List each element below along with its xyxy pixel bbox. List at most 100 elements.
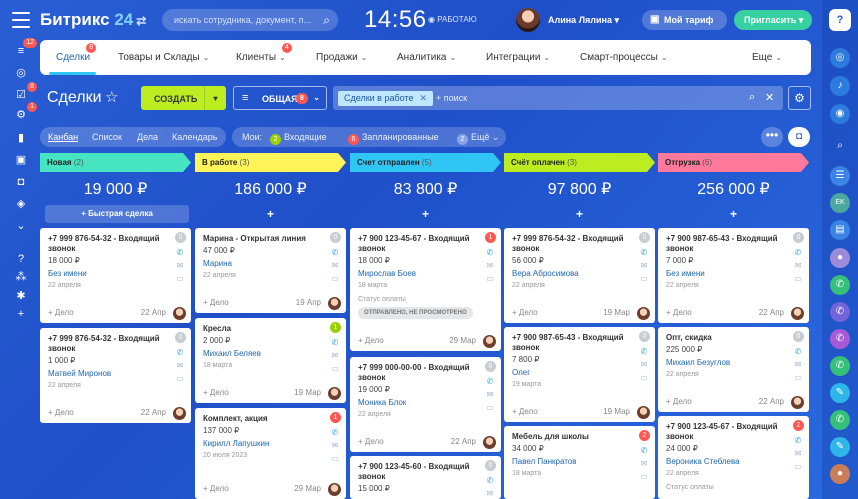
phone-icon[interactable]: ✆ bbox=[174, 346, 186, 359]
deal-card[interactable]: Опт, скидка 0 225 000 ₽ Михаил Безуглов 22 а… bbox=[658, 327, 809, 412]
deal-client[interactable]: Павел Панкратов bbox=[512, 457, 577, 466]
column-header[interactable]: Счёт оплачен (3) bbox=[504, 153, 655, 172]
deal-card[interactable]: Мебель для школы 2 34 000 ₽ Павел Панкратов… bbox=[504, 426, 655, 499]
responsible-avatar[interactable] bbox=[328, 483, 341, 496]
mail-icon[interactable]: ✉ bbox=[638, 457, 650, 470]
add-activity-link[interactable]: + Дело bbox=[358, 336, 384, 345]
add-activity-link[interactable]: + Дело bbox=[48, 408, 74, 417]
column-header[interactable]: Новая (2) bbox=[40, 153, 191, 172]
phone-icon[interactable]: ✆ bbox=[484, 375, 496, 388]
tab-smart-processes[interactable]: Смарт-процессы ⌄ bbox=[580, 52, 668, 63]
phone-icon[interactable]: ✆ bbox=[830, 356, 850, 376]
chevron-down-icon[interactable]: ⌄ bbox=[14, 219, 28, 233]
settings-button[interactable]: ⚙ bbox=[788, 86, 811, 110]
deal-title[interactable]: +7 900 123-45-60 - Входящий звонок bbox=[358, 462, 483, 482]
responsible-avatar[interactable] bbox=[328, 387, 341, 400]
robot-icon[interactable]: ◘ bbox=[14, 175, 28, 189]
chat-bubble-icon[interactable]: ✎ bbox=[830, 437, 850, 457]
deal-card[interactable]: +7 900 123-45-67 - Входящий звонок 1 18 00… bbox=[350, 228, 501, 351]
deal-title[interactable]: +7 900 987-65-43 - Входящий звонок bbox=[512, 333, 637, 353]
help-icon[interactable]: ? bbox=[829, 9, 851, 31]
add-activity-link[interactable]: + Дело bbox=[48, 308, 74, 317]
responsible-avatar[interactable] bbox=[483, 335, 496, 348]
deal-card[interactable]: Кресла 1 2 000 ₽ Михаил Беляев 18 марта ✆ ✉ … bbox=[195, 318, 346, 403]
mail-icon[interactable]: ✉ bbox=[329, 259, 341, 272]
deal-client[interactable]: Без имени bbox=[48, 269, 87, 278]
column-header[interactable]: Счет отправлен (5) bbox=[350, 153, 501, 172]
mail-icon[interactable]: ✉ bbox=[792, 358, 804, 371]
activity-icon[interactable]: ⚙ 1 bbox=[14, 102, 37, 122]
phone-icon[interactable]: ✆ bbox=[329, 246, 341, 259]
phone-icon[interactable]: ✆ bbox=[329, 336, 341, 349]
add-deal-button[interactable]: + bbox=[504, 205, 655, 223]
create-button[interactable]: СОЗДАТЬ ▾ bbox=[141, 86, 226, 110]
column-header[interactable]: Отгрузка (6) bbox=[658, 153, 809, 172]
mail-icon[interactable]: ✉ bbox=[792, 447, 804, 460]
deal-client[interactable]: Марина bbox=[203, 259, 232, 268]
deal-client[interactable]: Без имени bbox=[666, 269, 705, 278]
chat-icon[interactable]: ▭ bbox=[484, 401, 496, 414]
add-icon[interactable]: + bbox=[14, 307, 28, 321]
view-calendar[interactable]: Календарь bbox=[172, 132, 217, 142]
phone-icon[interactable]: ✆ bbox=[484, 474, 496, 487]
add-activity-link[interactable]: + Дело bbox=[666, 397, 692, 406]
phone-icon[interactable]: ✆ bbox=[830, 275, 850, 295]
chat-icon[interactable]: ▭ bbox=[329, 452, 341, 465]
add-activity-link[interactable]: + Дело bbox=[203, 388, 229, 397]
global-search-input[interactable]: искать сотрудника, документ, п... ⌕ bbox=[162, 9, 338, 31]
add-activity-link[interactable]: + Дело bbox=[666, 308, 692, 317]
mail-icon[interactable]: ✉ bbox=[638, 259, 650, 272]
add-activity-link[interactable]: + Дело bbox=[512, 407, 538, 416]
work-status[interactable]: ◉ РАБОТАЮ bbox=[428, 15, 477, 24]
add-deal-button[interactable]: + bbox=[350, 205, 501, 223]
deal-title[interactable]: +7 900 123-45-67 - Входящий звонок bbox=[358, 234, 483, 254]
deal-client[interactable]: Михаил Беляев bbox=[203, 349, 261, 358]
logo[interactable]: Битрикс 24 ⇄ bbox=[40, 10, 146, 30]
counter-more[interactable]: 2 Ещё ⌄ bbox=[457, 132, 499, 145]
tab-deals[interactable]: Сделки 8 bbox=[56, 43, 97, 63]
chat-icon[interactable]: ▭ bbox=[329, 362, 341, 375]
phone-icon[interactable]: ✆ bbox=[830, 410, 850, 430]
phone-icon[interactable]: ✆ bbox=[484, 246, 496, 259]
phone-icon[interactable]: ✆ bbox=[792, 345, 804, 358]
view-activities[interactable]: Дела bbox=[137, 132, 158, 142]
tab-products[interactable]: Товары и Склады ⌄ bbox=[118, 52, 209, 63]
chart-icon[interactable]: ▮ bbox=[14, 131, 28, 145]
search-icon[interactable]: ⌕ bbox=[830, 136, 850, 156]
view-kanban[interactable]: Канбан bbox=[48, 132, 78, 142]
user-avatar[interactable] bbox=[516, 8, 540, 32]
bell-icon[interactable]: ♪ bbox=[830, 76, 850, 96]
phone-icon[interactable]: ✆ bbox=[638, 444, 650, 457]
chat-icon[interactable]: ▭ bbox=[792, 371, 804, 384]
tab-clients[interactable]: Клиенты ⌄ 4 bbox=[236, 43, 292, 63]
add-deal-button[interactable]: + bbox=[195, 205, 346, 223]
card-icon[interactable]: ▤ bbox=[830, 220, 850, 240]
chat-icon[interactable]: ▭ bbox=[484, 272, 496, 285]
settings-icon[interactable]: ✱ bbox=[14, 289, 28, 303]
deal-title[interactable]: Марина - Открытая линия bbox=[203, 234, 328, 244]
responsible-avatar[interactable] bbox=[328, 297, 341, 310]
help-icon[interactable]: ? bbox=[14, 252, 28, 266]
deal-title[interactable]: +7 999 000-00-00 - Входящий звонок bbox=[358, 363, 483, 383]
chat-icon[interactable]: ▭ bbox=[792, 272, 804, 285]
phone-icon[interactable]: ✆ bbox=[638, 246, 650, 259]
mail-icon[interactable]: ✉ bbox=[484, 259, 496, 272]
mail-icon[interactable]: ✉ bbox=[329, 439, 341, 452]
responsible-avatar[interactable] bbox=[173, 307, 186, 320]
deal-client[interactable]: Мирослав Боев bbox=[358, 269, 416, 278]
filter-chip[interactable]: Сделки в работе ✕ bbox=[338, 91, 434, 106]
deal-title[interactable]: +7 999 876-54-32 - Входящий звонок bbox=[48, 234, 173, 254]
deal-card[interactable]: +7 900 123-45-60 - Входящий звонок 0 15 00… bbox=[350, 456, 501, 499]
chat-icon[interactable]: ▭ bbox=[638, 272, 650, 285]
deal-client[interactable]: Кирилл Лапушкин bbox=[203, 439, 269, 448]
counter-scheduled[interactable]: 6 Запланированные bbox=[348, 132, 439, 145]
tab-analytics[interactable]: Аналитика ⌄ bbox=[397, 52, 456, 63]
deal-client[interactable]: Моника Блок bbox=[358, 398, 406, 407]
deal-card[interactable]: +7 999 876-54-32 - Входящий звонок 0 56 00… bbox=[504, 228, 655, 323]
filter-preset-button[interactable]: ≡ ОБЩАЯ 8 ⌄ bbox=[233, 86, 327, 110]
chat-icon[interactable]: ◉ bbox=[830, 104, 850, 124]
mail-icon[interactable]: ✉ bbox=[792, 259, 804, 272]
deal-title[interactable]: +7 999 876-54-32 - Входящий звонок bbox=[512, 234, 637, 254]
deal-card[interactable]: +7 999 876-54-32 - Входящий звонок 0 1 000… bbox=[40, 328, 191, 423]
deal-client[interactable]: Вероника Стеблева bbox=[666, 457, 740, 466]
